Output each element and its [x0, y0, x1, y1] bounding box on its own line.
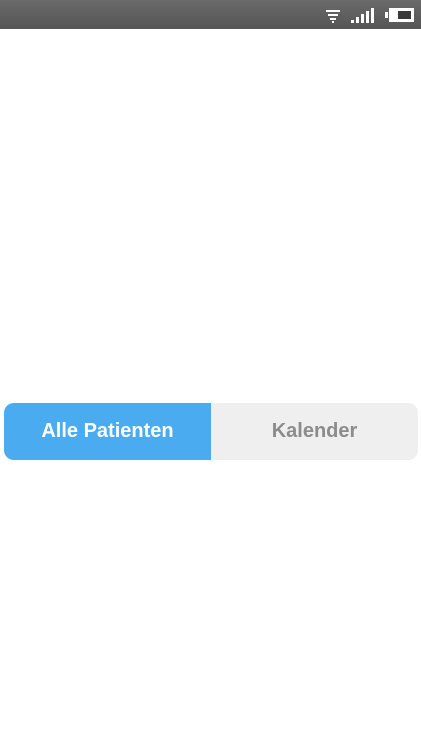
signal-icon	[351, 7, 375, 23]
view-segmented-control: Alle Patienten Kalender	[4, 403, 418, 460]
app-screen: Alle Patienten Kalender	[0, 0, 421, 750]
status-icons	[325, 0, 415, 29]
status-bar	[0, 0, 421, 29]
segment-kalender[interactable]: Kalender	[211, 403, 418, 460]
wifi-icon	[325, 7, 341, 23]
segment-alle-patienten[interactable]: Alle Patienten	[4, 403, 211, 460]
battery-icon	[385, 7, 415, 23]
